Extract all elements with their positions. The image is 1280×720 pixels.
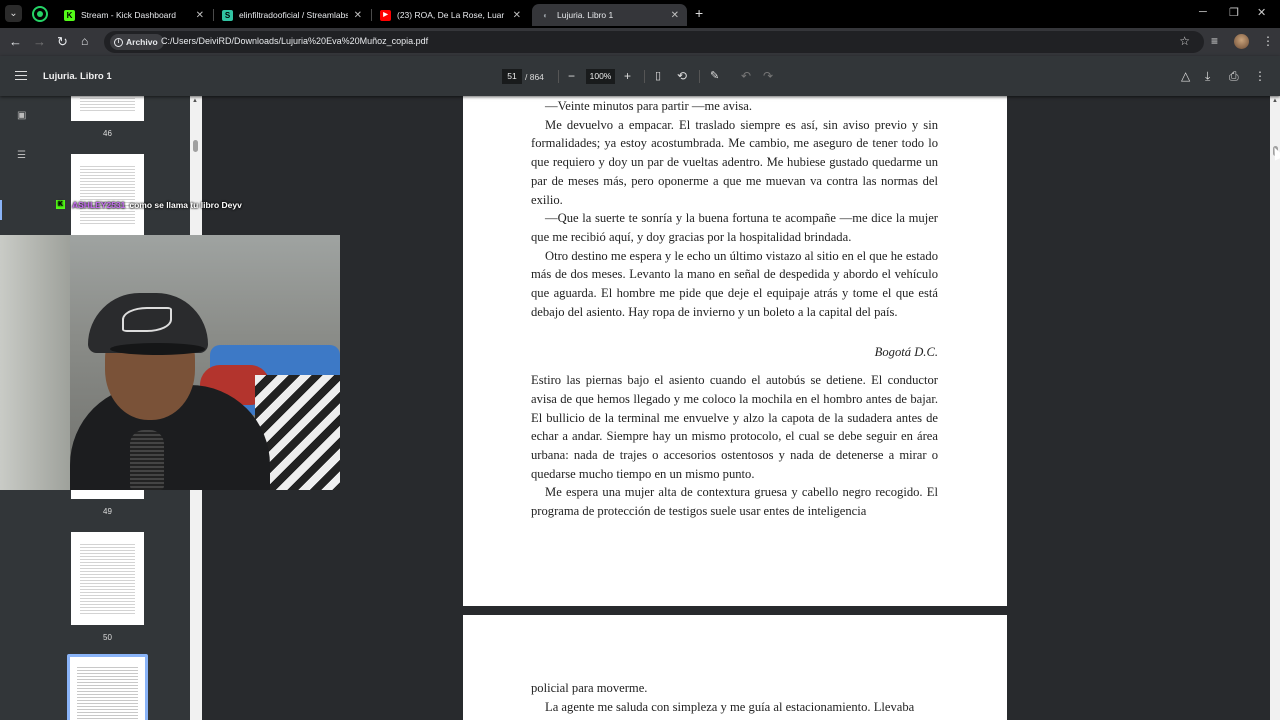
- close-tab-icon[interactable]: ✕: [671, 10, 679, 21]
- tab-lujuria-pdf[interactable]: ◐ Lujuria. Libro 1 ✕: [532, 4, 687, 26]
- reload-icon[interactable]: ↻: [57, 34, 68, 50]
- url-text[interactable]: C:/Users/DeiviRD/Downloads/Lujuria%20Eva…: [161, 36, 428, 46]
- close-tab-icon[interactable]: ✕: [196, 10, 204, 21]
- close-tab-icon[interactable]: ✕: [513, 10, 521, 21]
- minimize-icon[interactable]: ─: [1199, 6, 1207, 18]
- pdf-page: policial para moverme. La agente me salu…: [463, 615, 1007, 720]
- paragraph: Me espera una mujer alta de contextura g…: [531, 485, 938, 519]
- section-place-heading: Bogotá D.C.: [874, 345, 938, 360]
- page-thumbnail[interactable]: [71, 532, 144, 625]
- page-thumbnail[interactable]: [71, 96, 144, 121]
- tab-title: elinfiltradooficial / Streamlabs: [239, 10, 348, 20]
- tab-kick-dashboard[interactable]: K Stream - Kick Dashboard ✕: [56, 4, 212, 26]
- paragraph: Estiro las piernas bajo el asiento cuand…: [531, 373, 938, 481]
- more-options-icon[interactable]: ⋮: [1254, 69, 1266, 83]
- paragraph: policial para moverme.: [531, 681, 648, 695]
- scroll-up-icon[interactable]: ▲: [1272, 98, 1278, 104]
- sidebar-menu-icon[interactable]: [15, 71, 27, 80]
- print-icon[interactable]: ⎙: [1229, 69, 1239, 84]
- pdf-title: Lujuria. Libro 1: [43, 71, 112, 82]
- back-icon[interactable]: ←: [9, 34, 22, 49]
- tab-title: (23) ROA, De La Rose, Luar La L: [397, 10, 507, 20]
- pdf-toolbar: Lujuria. Libro 1 51 / 864 − 100% + ▯ ⟲ ✎…: [0, 56, 1280, 96]
- paragraph: Otro destino me espera y le echo un últi…: [531, 248, 938, 319]
- info-icon: i: [114, 37, 123, 47]
- selected-page-thumbnail[interactable]: [67, 654, 148, 720]
- redo-icon[interactable]: ↷: [763, 69, 773, 83]
- page-text: policial para moverme. La agente me salu…: [531, 679, 938, 716]
- browser-menu-icon[interactable]: ⋮: [1262, 34, 1274, 48]
- browser-toolbar: ← → ↻ ⌂ i Archivo C:/Users/DeiviRD/Downl…: [0, 28, 1280, 56]
- kick-icon: K: [56, 200, 65, 209]
- microphone-icon: [130, 430, 164, 490]
- pdf-page: —Veinte minutos para partir —me avisa. M…: [463, 96, 1007, 606]
- undo-icon[interactable]: ↶: [741, 69, 751, 83]
- thumbnail-label: 50: [103, 633, 112, 642]
- whatsapp-pinned-tab-icon[interactable]: [32, 6, 48, 22]
- page-total: / 864: [525, 72, 544, 82]
- outline-view-icon[interactable]: ☰: [17, 150, 26, 161]
- paragraph: La agente me saluda con simpleza y me gu…: [545, 699, 915, 714]
- profile-avatar[interactable]: [1234, 34, 1249, 49]
- bookmark-star-icon[interactable]: ☆: [1179, 34, 1190, 48]
- thumbnail-label: 46: [103, 129, 112, 138]
- scrollbar-thumb[interactable]: [193, 140, 198, 152]
- paragraph: Me devuelvo a empacar. El traslado siemp…: [531, 117, 938, 207]
- chat-overlay: K ASHLEY2531 como se llama tu libro Deyv: [56, 198, 242, 211]
- tab-streamlabs[interactable]: S elinfiltradooficial / Streamlabs ✕: [214, 4, 370, 26]
- tab-search-button[interactable]: ⌄: [5, 5, 22, 22]
- zoom-input[interactable]: 100%: [586, 69, 615, 84]
- media-control-icon[interactable]: ≡: [1211, 34, 1218, 48]
- thumbnails-view-icon[interactable]: ▣: [17, 110, 26, 121]
- paragraph: —Que la suerte te sonría y la buena fort…: [531, 211, 938, 244]
- kick-icon: K: [64, 9, 75, 21]
- webcam-overlay: [0, 235, 340, 490]
- pdf-globe-icon: ◐: [543, 10, 548, 20]
- tab-title: Stream - Kick Dashboard: [81, 10, 176, 20]
- download-icon[interactable]: ⤓: [1205, 69, 1210, 84]
- page-number-input[interactable]: 51: [502, 69, 522, 84]
- document-viewport[interactable]: —Veinte minutos para partir —me avisa. M…: [202, 96, 1270, 720]
- forward-icon[interactable]: →: [33, 34, 46, 49]
- paragraph: —Veinte minutos para partir —me avisa.: [545, 99, 753, 113]
- tab-youtube[interactable]: ▶ (23) ROA, De La Rose, Luar La L ✕: [372, 4, 529, 26]
- annotate-icon[interactable]: ✎: [710, 69, 719, 82]
- zoom-out-icon[interactable]: −: [568, 69, 575, 83]
- youtube-icon: ▶: [380, 9, 391, 21]
- document-scrollbar[interactable]: ▲: [1270, 96, 1280, 720]
- active-indicator: [0, 200, 2, 220]
- close-tab-icon[interactable]: ✕: [354, 10, 362, 21]
- address-bar[interactable]: i Archivo C:/Users/DeiviRD/Downloads/Luj…: [104, 31, 1204, 53]
- restore-icon[interactable]: ❐: [1229, 6, 1239, 19]
- chat-message: como se llama tu libro Deyv: [129, 199, 242, 210]
- site-info-chip[interactable]: i Archivo: [110, 34, 164, 50]
- thumbnail-label: 49: [103, 507, 112, 516]
- chat-username: ASHLEY2531: [72, 199, 126, 210]
- tab-title: Lujuria. Libro 1: [557, 10, 614, 20]
- home-icon[interactable]: ⌂: [81, 34, 88, 48]
- close-window-icon[interactable]: ✕: [1257, 6, 1266, 19]
- page-thumbnail[interactable]: [71, 154, 144, 236]
- rotate-icon[interactable]: ⟲: [677, 69, 687, 83]
- tab-strip: ⌄ K Stream - Kick Dashboard ✕ S elinfilt…: [0, 0, 1280, 28]
- scroll-up-icon[interactable]: ▲: [192, 98, 198, 104]
- site-info-label: Archivo: [126, 37, 158, 47]
- streamlabs-icon: S: [222, 9, 233, 21]
- new-tab-button[interactable]: +: [695, 5, 703, 21]
- zoom-in-icon[interactable]: +: [624, 69, 631, 83]
- fit-page-icon[interactable]: ▯: [655, 69, 661, 82]
- page-text: —Veinte minutos para partir —me avisa. M…: [531, 97, 938, 521]
- drive-save-icon[interactable]: △: [1181, 69, 1190, 83]
